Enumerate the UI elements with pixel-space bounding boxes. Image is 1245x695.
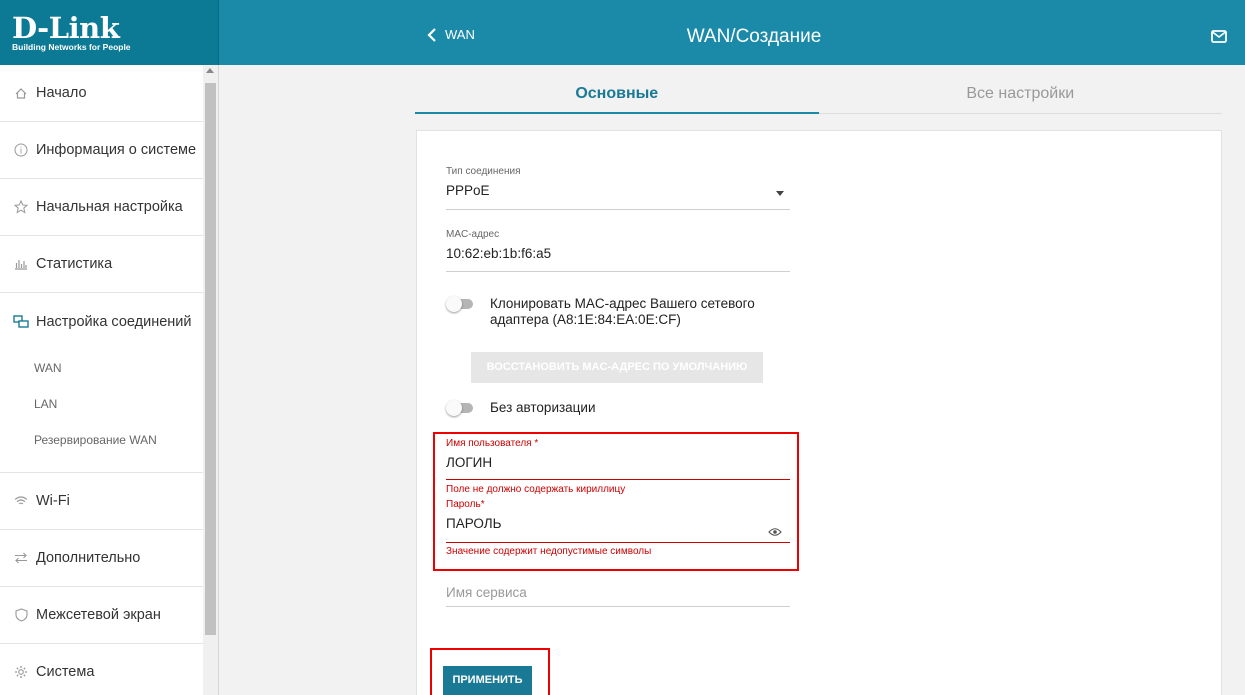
sidebar-item-system-info[interactable]: i Информация о системе <box>0 122 204 179</box>
sidebar-item-label: Wi-Fi <box>36 493 70 509</box>
sidebar-item-initial-setup[interactable]: Начальная настройка <box>0 179 204 236</box>
sidebar-item-label: Статистика <box>36 256 113 272</box>
connection-type-value: PPPoE <box>446 183 490 198</box>
eye-icon[interactable] <box>768 524 782 542</box>
sidebar-item-label: Информация о системе <box>36 142 197 158</box>
nav-list: Начало i Информация о системе Начальная … <box>0 65 204 695</box>
username-field[interactable]: Имя пользователя * ЛОГИН <box>446 438 790 480</box>
sidebar-item-label: Система <box>36 664 95 680</box>
sidebar-group-connections: Настройка соединений WAN LAN Резервирова… <box>0 293 204 473</box>
logo-brand: D-Link <box>12 10 120 45</box>
dlink-logo[interactable]: D-Link Building Networks for People <box>0 0 219 65</box>
service-name-field[interactable] <box>446 584 790 607</box>
sidebar-subitem-wan-backup[interactable]: Резервирование WAN <box>0 422 204 458</box>
sidebar-subitem-lan[interactable]: LAN <box>0 386 204 422</box>
home-icon <box>13 85 29 101</box>
star-icon <box>13 199 29 215</box>
clone-mac-label: Клонировать MAC-адрес Вашего сетевого ад… <box>490 296 755 327</box>
no-auth-toggle[interactable] <box>446 400 474 416</box>
wifi-icon <box>13 493 29 509</box>
password-error: Значение содержит недопустимые символы <box>446 546 652 557</box>
sidebar-item-label: Настройка соединений <box>36 313 192 330</box>
stats-icon <box>13 256 29 272</box>
password-label: Пароль* <box>446 499 485 510</box>
apply-button[interactable]: ПРИМЕНИТЬ <box>443 666 532 695</box>
tab-all-settings[interactable]: Все настройки <box>819 76 1223 113</box>
top-bar: WAN WAN/Создание <box>219 0 1245 65</box>
tabs: Основные Все настройки <box>415 76 1222 114</box>
sidebar-item-label: Начало <box>36 85 87 101</box>
chevron-down-icon <box>776 191 784 196</box>
shield-icon <box>13 607 29 623</box>
logo-tagline: Building Networks for People <box>12 41 131 52</box>
clone-mac-toggle[interactable] <box>446 296 474 312</box>
sidebar-item-firewall[interactable]: Межсетевой экран <box>0 587 204 644</box>
connection-type-select[interactable]: Тип соединения PPPoE <box>446 166 790 210</box>
sidebar-item-label: Межсетевой экран <box>36 607 161 623</box>
service-name-input[interactable] <box>446 585 790 600</box>
connection-type-label: Тип соединения <box>446 166 521 177</box>
gear-icon <box>13 664 29 680</box>
sidebar-scrollbar[interactable] <box>203 65 218 695</box>
sidebar-subitem-wan[interactable]: WAN <box>0 350 204 386</box>
username-error: Поле не должно содержать кириллицу <box>446 484 626 495</box>
password-value: ПАРОЛЬ <box>446 516 502 531</box>
mail-icon[interactable] <box>1211 30 1227 48</box>
info-icon: i <box>13 142 29 158</box>
connections-icon <box>13 314 29 330</box>
sidebar-item-connections[interactable]: Настройка соединений <box>0 293 204 350</box>
toggle-knob <box>446 296 462 312</box>
username-value: ЛОГИН <box>446 455 493 470</box>
sidebar-item-system[interactable]: Система <box>0 644 204 695</box>
header: D-Link Building Networks for People WAN … <box>0 0 1245 65</box>
sidebar-item-label: Начальная настройка <box>36 199 183 215</box>
sidebar-item-label: Дополнительно <box>36 550 141 566</box>
mac-address-field[interactable]: MAC-адрес 10:62:eb:1b:f6:a5 <box>446 229 790 272</box>
sidebar-item-statistics[interactable]: Статистика <box>0 236 204 293</box>
sidebar: Начало i Информация о системе Начальная … <box>0 65 219 695</box>
svg-text:i: i <box>20 147 23 157</box>
sidebar-item-home[interactable]: Начало <box>0 65 204 122</box>
password-field[interactable]: Пароль* ПАРОЛЬ <box>446 499 790 543</box>
toggle-knob <box>446 400 462 416</box>
mac-address-label: MAC-адрес <box>446 229 500 240</box>
username-label: Имя пользователя * <box>446 438 539 449</box>
tab-basic[interactable]: Основные <box>415 76 819 114</box>
scroll-thumb[interactable] <box>205 83 216 635</box>
page-title: WAN/Создание <box>686 26 822 47</box>
sidebar-item-wifi[interactable]: Wi-Fi <box>0 473 204 530</box>
scroll-up-icon[interactable] <box>206 68 214 73</box>
advanced-icon <box>13 550 29 566</box>
no-auth-label: Без авторизации <box>490 400 596 415</box>
restore-mac-button[interactable]: ВОССТАНОВИТЬ MAC-АДРЕС ПО УМОЛЧАНИЮ <box>471 352 763 383</box>
sidebar-item-advanced[interactable]: Дополнительно <box>0 530 204 587</box>
mac-address-value: 10:62:eb:1b:f6:a5 <box>446 246 552 261</box>
